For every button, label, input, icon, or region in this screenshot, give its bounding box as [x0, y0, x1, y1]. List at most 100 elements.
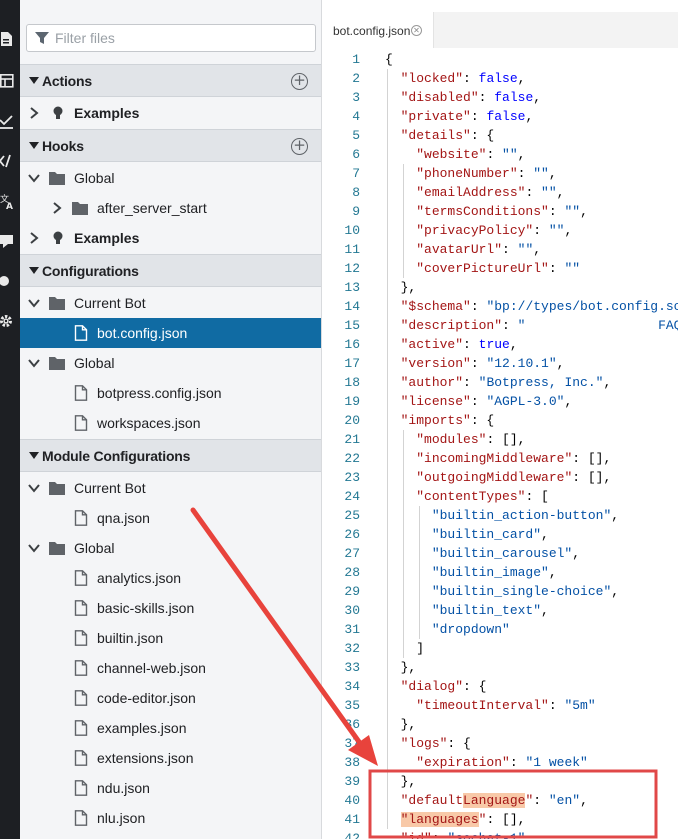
code-text[interactable]: "timeoutInterval": "5m" — [385, 696, 595, 715]
tree-item-mod-current-bot[interactable]: Current Bot — [20, 473, 321, 503]
translate-icon[interactable]: 文A — [0, 192, 14, 212]
tree-item-actions-examples[interactable]: Examples — [20, 98, 321, 128]
code-text[interactable]: "active": true, — [385, 335, 518, 354]
tree-item-conf-global[interactable]: Global — [20, 348, 321, 378]
code-line[interactable]: 14 "$schema": "bp://types/bot.config.sc — [322, 297, 678, 316]
code-text[interactable]: "author": "Botpress, Inc.", — [385, 373, 612, 392]
chart-icon[interactable] — [0, 112, 14, 130]
tree-item-ndu-json[interactable]: ndu.json — [20, 773, 321, 803]
code-line[interactable]: 31 "dropdown" — [322, 620, 678, 639]
code-line[interactable]: 21 "modules": [], — [322, 430, 678, 449]
code-line[interactable]: 19 "license": "AGPL-3.0", — [322, 392, 678, 411]
code-line[interactable]: 27 "builtin_carousel", — [322, 544, 678, 563]
filter-box[interactable] — [26, 24, 316, 52]
code-line[interactable]: 7 "phoneNumber": "", — [322, 164, 678, 183]
code-line[interactable]: 37 "logs": { — [322, 734, 678, 753]
code-line[interactable]: 6 "website": "", — [322, 145, 678, 164]
code-line[interactable]: 40 "defaultLanguage": "en", — [322, 791, 678, 810]
code-text[interactable]: "dropdown" — [385, 620, 510, 639]
code-text[interactable]: "termsConditions": "", — [385, 202, 588, 221]
code-text[interactable]: "imports": { — [385, 411, 495, 430]
code-line[interactable]: 23 "outgoingMiddleware": [], — [322, 468, 678, 487]
code-line[interactable]: 13 }, — [322, 278, 678, 297]
code-text[interactable]: "coverPictureUrl": "" — [385, 259, 580, 278]
code-text[interactable]: "builtin_text", — [385, 601, 549, 620]
section-configurations[interactable]: Configurations — [20, 254, 321, 287]
code-text[interactable]: "logs": { — [385, 734, 471, 753]
code-text[interactable]: "avatarUrl": "", — [385, 240, 541, 259]
code-editor-pane[interactable]: bot.config.json ✕ 1{2 "locked": false, 3 … — [322, 0, 678, 839]
tree-item-nlu-json[interactable]: nlu.json — [20, 803, 321, 833]
code-text[interactable]: "version": "12.10.1", — [385, 354, 565, 373]
code-text[interactable]: "disabled": false, — [385, 88, 541, 107]
code-line[interactable]: 1{ — [322, 50, 678, 69]
tree-item-after-server-start[interactable]: after_server_start — [20, 193, 321, 223]
dot-icon[interactable] — [0, 272, 14, 290]
code-line[interactable]: 42 "id": "sochat-1" — [322, 829, 678, 839]
tree-item-hooks-global[interactable]: Global — [20, 163, 321, 193]
code-text[interactable]: { — [385, 50, 393, 69]
layout-icon[interactable] — [0, 72, 14, 90]
code-text[interactable]: "$schema": "bp://types/bot.config.sc — [385, 297, 678, 316]
code-line[interactable]: 26 "builtin_card", — [322, 525, 678, 544]
code-text[interactable]: "incomingMiddleware": [], — [385, 449, 611, 468]
code-line[interactable]: 22 "incomingMiddleware": [], — [322, 449, 678, 468]
chevron-right-icon[interactable] — [51, 201, 63, 215]
code-line[interactable]: 3 "disabled": false, — [322, 88, 678, 107]
chevron-down-icon[interactable] — [28, 481, 40, 495]
code-line[interactable]: 18 "author": "Botpress, Inc.", — [322, 373, 678, 392]
code-text[interactable]: "languages": [], — [385, 810, 525, 829]
chat-icon[interactable] — [0, 232, 14, 250]
code-text[interactable]: "builtin_image", — [385, 563, 557, 582]
code-text[interactable]: "id": "sochat-1" — [385, 829, 526, 839]
chevron-down-icon[interactable] — [28, 356, 40, 370]
section-hooks[interactable]: Hooks + — [20, 129, 321, 162]
code-text[interactable]: "builtin_single-choice", — [385, 582, 619, 601]
code-line[interactable]: 28 "builtin_image", — [322, 563, 678, 582]
code-text[interactable]: }, — [385, 658, 417, 677]
code-text[interactable]: "license": "AGPL-3.0", — [385, 392, 573, 411]
code-line[interactable]: 5 "details": { — [322, 126, 678, 145]
code-line[interactable]: 38 "expiration": "1 week" — [322, 753, 678, 772]
code-text[interactable]: "phoneNumber": "", — [385, 164, 556, 183]
tree-item-examples-json[interactable]: examples.json — [20, 713, 321, 743]
code-line[interactable]: 29 "builtin_single-choice", — [322, 582, 678, 601]
code-text[interactable]: "contentTypes": [ — [385, 487, 549, 506]
code-line[interactable]: 25 "builtin_action-button", — [322, 506, 678, 525]
code-line[interactable]: 11 "avatarUrl": "", — [322, 240, 678, 259]
code-line[interactable]: 32 ] — [322, 639, 678, 658]
code-line[interactable]: 17 "version": "12.10.1", — [322, 354, 678, 373]
chevron-right-icon[interactable] — [28, 231, 40, 245]
editor-tab-bot-config[interactable]: bot.config.json ✕ — [322, 12, 434, 48]
tree-item-extensions-json[interactable]: extensions.json — [20, 743, 321, 773]
tree-item-builtin-json[interactable]: builtin.json — [20, 623, 321, 653]
tree-item-workspaces-json[interactable]: workspaces.json — [20, 408, 321, 438]
tree-item-basic-skills-json[interactable]: basic-skills.json — [20, 593, 321, 623]
code-text[interactable]: "privacyPolicy": "", — [385, 221, 572, 240]
code-text[interactable]: "modules": [], — [385, 430, 525, 449]
tree-item-mod-global[interactable]: Global — [20, 533, 321, 563]
code-text[interactable]: "expiration": "1 week" — [385, 753, 588, 772]
tree-item-hooks-examples[interactable]: Examples — [20, 223, 321, 253]
filter-files-input[interactable] — [55, 28, 310, 48]
code-text[interactable]: "locked": false, — [385, 69, 526, 88]
tree-item-code-editor-json[interactable]: code-editor.json — [20, 683, 321, 713]
file-icon[interactable] — [0, 30, 14, 48]
code-line[interactable]: 34 "dialog": { — [322, 677, 678, 696]
code-line[interactable]: 30 "builtin_text", — [322, 601, 678, 620]
code-line[interactable]: 36 }, — [322, 715, 678, 734]
code-text[interactable]: "dialog": { — [385, 677, 487, 696]
code-text[interactable]: "details": { — [385, 126, 495, 145]
code-line[interactable]: 16 "active": true, — [322, 335, 678, 354]
tree-item-conf-current-bot[interactable]: Current Bot — [20, 288, 321, 318]
tree-item-botpress-config-json[interactable]: botpress.config.json — [20, 378, 321, 408]
code-line[interactable]: 12 "coverPictureUrl": "" — [322, 259, 678, 278]
code-text[interactable]: "builtin_carousel", — [385, 544, 580, 563]
section-module-configurations[interactable]: Module Configurations — [20, 439, 321, 472]
code-text[interactable]: "website": "", — [385, 145, 525, 164]
code-line[interactable]: 35 "timeoutInterval": "5m" — [322, 696, 678, 715]
chevron-down-icon[interactable] — [28, 171, 40, 185]
add-action-button[interactable]: + — [291, 73, 308, 90]
close-tab-icon[interactable]: ✕ — [411, 25, 422, 36]
code-text[interactable]: }, — [385, 772, 417, 791]
